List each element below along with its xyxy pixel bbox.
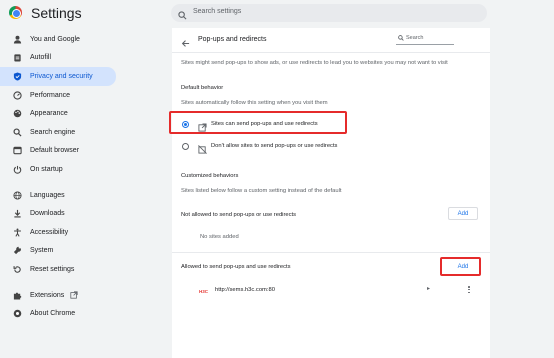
add-allowed-button[interactable]: Add (448, 260, 478, 273)
sidebar-item-languages[interactable]: Languages (0, 186, 116, 205)
person-icon (12, 34, 22, 44)
puzzle-icon (12, 290, 22, 300)
browser-icon (12, 146, 22, 156)
sidebar-item-label: Languages (30, 191, 65, 199)
option-allow-label[interactable]: Sites can send pop-ups and use redirects (211, 121, 318, 127)
sidebar-item-appearance[interactable]: Appearance (0, 104, 116, 123)
sidebar-item-label: Accessibility (30, 228, 69, 236)
customized-heading: Customized behaviors (181, 173, 239, 179)
customized-subtext: Sites listed below follow a custom setti… (181, 188, 342, 194)
sidebar-item-label: On startup (30, 165, 63, 173)
default-behavior-heading: Default behavior (181, 85, 224, 91)
chrome-icon (12, 309, 22, 319)
sidebar: You and Google Autofill Privacy and secu… (0, 30, 116, 323)
allowed-label: Allowed to send pop-ups and use redirect… (181, 264, 291, 270)
popup-blocked-icon (198, 141, 207, 159)
search-icon (398, 35, 404, 43)
more-actions-icon[interactable] (468, 286, 470, 294)
site-url[interactable]: http://sems.h3c.com:80 (215, 287, 275, 293)
settings-search-input[interactable]: Search settings (171, 4, 487, 22)
option-block-label[interactable]: Don't allow sites to send pop-ups or use… (211, 143, 337, 149)
shield-icon (12, 71, 22, 81)
sidebar-item-label: Downloads (30, 210, 65, 218)
chrome-logo-icon (9, 6, 22, 19)
sidebar-item-label: About Chrome (30, 310, 76, 318)
top-bar: Settings Search settings (0, 0, 554, 26)
sidebar-item-you-and-google[interactable]: You and Google (0, 30, 116, 49)
sidebar-item-label: Default browser (30, 147, 80, 155)
sidebar-item-about-chrome[interactable]: About Chrome (0, 304, 116, 323)
radio-allow-popups[interactable] (182, 121, 189, 128)
clipboard-icon (12, 53, 22, 63)
app-title: Settings (31, 5, 82, 21)
sidebar-item-label: Autofill (30, 54, 52, 62)
add-not-allowed-button[interactable]: Add (448, 207, 478, 220)
power-icon (12, 164, 22, 174)
sidebar-item-label: Appearance (30, 110, 68, 118)
page-search-input[interactable]: Search (396, 33, 454, 45)
sidebar-item-autofill[interactable]: Autofill (0, 49, 116, 68)
speedometer-icon (12, 90, 22, 100)
search-icon (12, 127, 22, 137)
back-arrow-icon[interactable] (181, 35, 190, 53)
sidebar-item-privacy-and-security[interactable]: Privacy and security (0, 67, 116, 86)
sidebar-item-performance[interactable]: Performance (0, 86, 116, 105)
sidebar-item-label: Reset settings (30, 265, 75, 273)
globe-icon (12, 190, 22, 200)
sidebar-item-extensions[interactable]: Extensions (0, 286, 116, 305)
search-placeholder: Search settings (193, 8, 242, 15)
page-description: Sites might send pop-ups to show ads, or… (181, 60, 448, 66)
default-behavior-subtext: Sites automatically follow this setting … (181, 100, 328, 106)
sidebar-item-label: Extensions (30, 291, 65, 299)
popup-allowed-icon (198, 119, 207, 137)
sidebar-item-accessibility[interactable]: Accessibility (0, 223, 116, 242)
site-favicon: H3C (199, 289, 209, 294)
reset-icon (12, 264, 22, 274)
sidebar-item-label: System (30, 247, 54, 255)
divider (172, 252, 490, 253)
not-allowed-label: Not allowed to send pop-ups or use redir… (181, 212, 297, 218)
sidebar-item-reset-settings[interactable]: Reset settings (0, 260, 116, 279)
divider (172, 52, 490, 53)
page-search-placeholder: Search (406, 35, 424, 41)
chevron-right-icon[interactable]: ▸ (427, 285, 430, 292)
sidebar-item-label: You and Google (30, 35, 80, 43)
sidebar-item-downloads[interactable]: Downloads (0, 204, 116, 223)
sidebar-item-system[interactable]: System (0, 242, 116, 261)
wrench-icon (12, 246, 22, 256)
sidebar-item-label: Privacy and security (30, 72, 93, 80)
palette-icon (12, 109, 22, 119)
sidebar-item-default-browser[interactable]: Default browser (0, 142, 116, 161)
search-icon (178, 7, 187, 25)
radio-block-popups[interactable] (182, 143, 189, 150)
external-link-icon (70, 291, 78, 299)
no-sites-added-text: No sites added (200, 234, 239, 240)
page-title: Pop-ups and redirects (198, 36, 267, 43)
popups-settings-card: Pop-ups and redirects Search Sites might… (169, 28, 490, 358)
sidebar-item-on-startup[interactable]: On startup (0, 160, 116, 179)
download-icon (12, 209, 22, 219)
sidebar-item-search-engine[interactable]: Search engine (0, 123, 116, 142)
accessibility-icon (12, 227, 22, 237)
sidebar-item-label: Performance (30, 91, 71, 99)
sidebar-item-label: Search engine (30, 128, 76, 136)
